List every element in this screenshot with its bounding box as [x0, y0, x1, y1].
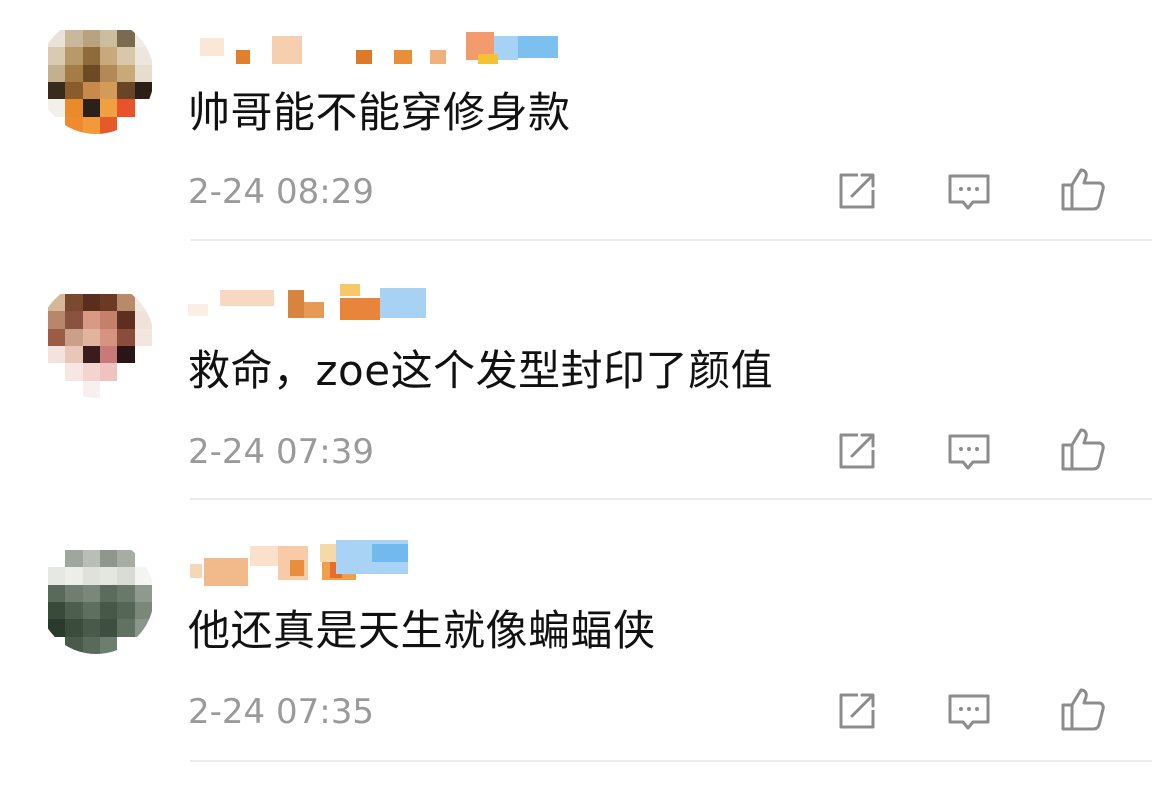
thumbs-up-icon	[1061, 168, 1105, 211]
avatar-mosaic	[48, 294, 152, 398]
comment-button[interactable]	[944, 166, 994, 216]
comment-bubble-icon	[948, 434, 990, 470]
share-square-icon	[839, 433, 875, 469]
comment-timestamp: 2-24 07:39	[188, 432, 374, 472]
avatar[interactable]	[38, 538, 154, 654]
comment-text: 他还真是天生就像蝙蝠侠	[188, 606, 656, 655]
comment-bubble-icon	[948, 694, 990, 730]
comment-timestamp: 2-24 07:35	[188, 692, 374, 732]
username-redacted[interactable]	[186, 284, 586, 320]
comment-button[interactable]	[944, 426, 994, 476]
avatar[interactable]	[38, 282, 154, 398]
share-square-icon	[839, 693, 875, 729]
share-button[interactable]	[832, 166, 882, 216]
comment-timestamp: 2-24 08:29	[188, 172, 374, 212]
like-button[interactable]	[1058, 684, 1108, 734]
comment-bubble-icon	[948, 174, 990, 210]
like-button[interactable]	[1058, 424, 1108, 474]
avatar[interactable]	[38, 18, 154, 134]
divider	[190, 498, 1152, 500]
share-button[interactable]	[832, 426, 882, 476]
comment-item: 救命，zoe这个发型封印了颜值 2-24 07:39	[0, 258, 1152, 516]
divider	[190, 239, 1152, 241]
share-button[interactable]	[832, 686, 882, 736]
thumbs-up-icon	[1061, 688, 1105, 731]
share-square-icon	[839, 173, 875, 209]
comment-item: 帅哥能不能穿修身款 2-24 08:29	[0, 0, 1152, 258]
avatar-mosaic	[48, 550, 152, 654]
username-redacted[interactable]	[186, 540, 586, 586]
comment-text: 救命，zoe这个发型封印了颜值	[188, 346, 774, 395]
username-redacted[interactable]	[186, 32, 586, 64]
divider	[190, 760, 1152, 762]
thumbs-up-icon	[1061, 428, 1105, 471]
avatar-mosaic	[48, 30, 152, 134]
comment-item: 他还真是天生就像蝙蝠侠 2-24 07:35	[0, 518, 1152, 776]
like-button[interactable]	[1058, 164, 1108, 214]
comment-text: 帅哥能不能穿修身款	[188, 88, 571, 137]
comment-button[interactable]	[944, 686, 994, 736]
